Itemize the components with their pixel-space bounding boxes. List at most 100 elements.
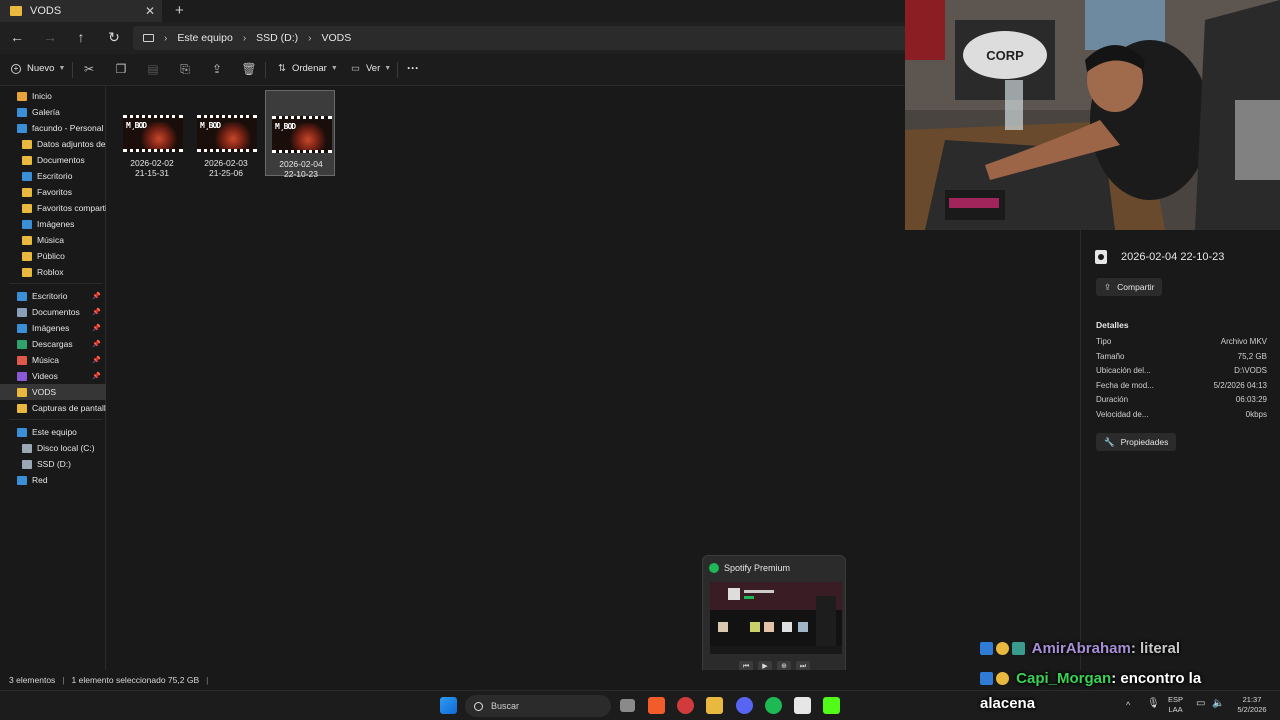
new-tab-button[interactable]: + — [175, 2, 184, 19]
folder-icon — [22, 139, 32, 149]
tab-vods[interactable]: VODS ✕ — [0, 0, 162, 22]
webcam-image: CORP — [905, 0, 1280, 230]
sidebar-item-label: Público — [37, 251, 65, 261]
refresh-icon[interactable]: ↻ — [105, 29, 123, 46]
sidebar-item-facundo-personal[interactable]: facundo - Personal — [0, 120, 106, 136]
breadcrumb-este-equipo[interactable]: Este equipo — [177, 32, 232, 44]
view-button-label: Ver — [365, 63, 381, 74]
sidebar-item-imágenes[interactable]: Imágenes 📌 — [0, 320, 106, 336]
properties-button[interactable]: 🔧 Propiedades — [1096, 433, 1177, 451]
sidebar-item-disco-local-c[interactable]: Disco local (C:) — [0, 440, 106, 456]
chevron-down-icon: ▼ — [384, 65, 392, 72]
chat-message-continuation: alacena — [980, 695, 1036, 712]
spotify-thumbnail-image — [710, 582, 842, 654]
sidebar-item-ssd-d[interactable]: SSD (D:) — [0, 456, 106, 472]
sidebar-item-label: Favoritos comparti — [37, 203, 106, 213]
brave-browser-icon[interactable] — [648, 697, 665, 714]
sort-button[interactable]: ⇅ Ordenar ▼ — [278, 63, 338, 74]
details-row: Fecha de mod... 5/2/2026 04:13 — [1096, 381, 1267, 393]
sidebar-item-capturas-de-pantalla[interactable]: Capturas de pantalla — [0, 400, 106, 416]
sidebar-item-favoritos[interactable]: Favoritos — [0, 184, 106, 200]
sidebar-item-documentos[interactable]: Documentos — [0, 152, 106, 168]
badge-icon — [1012, 642, 1025, 655]
more-options-button[interactable]: ··· — [407, 61, 419, 75]
back-arrow-icon[interactable]: ← — [8, 29, 26, 45]
network-icon — [17, 475, 27, 485]
share-button[interactable]: ⇪ Compartir — [1096, 278, 1163, 296]
details-key: Tipo — [1096, 337, 1112, 346]
cut-icon[interactable]: ✂ — [81, 62, 97, 76]
sidebar-item-roblox[interactable]: Roblox — [0, 264, 106, 280]
sidebar-item-label: SSD (D:) — [37, 459, 71, 469]
breadcrumb-ssd[interactable]: SSD (D:) — [256, 32, 298, 44]
breadcrumb-vods[interactable]: VODS — [322, 32, 352, 44]
pin-icon: 📌 — [92, 309, 101, 316]
svg-text:CORP: CORP — [986, 48, 1024, 63]
tab-label: VODS — [30, 5, 62, 17]
sidebar-item-label: Escritorio — [32, 291, 68, 301]
folder-icon — [17, 403, 27, 413]
folder-icon — [17, 387, 27, 397]
sidebar-item-música[interactable]: Música 📌 — [0, 352, 106, 368]
details-row: Duración 06:03:29 — [1096, 395, 1267, 407]
drive-icon — [22, 459, 32, 469]
badge-icon — [996, 642, 1009, 655]
chat-message: AmirAbraham: literal — [980, 640, 1280, 657]
sidebar-item-música[interactable]: Música — [0, 232, 106, 248]
start-icon[interactable] — [440, 697, 457, 714]
new-button[interactable]: + Nuevo ▼ — [11, 63, 65, 74]
file-item[interactable]: M̧BOD 2026-02-04 22-10-23 — [265, 90, 335, 179]
spotify-icon[interactable] — [765, 697, 782, 714]
sidebar-item-imágenes[interactable]: Imágenes — [0, 216, 106, 232]
delete-icon[interactable]: 🗑 — [241, 62, 257, 76]
task-view-icon[interactable] — [620, 699, 635, 712]
details-value: Archivo MKV — [1220, 337, 1267, 346]
sidebar-item-galería[interactable]: Galería — [0, 104, 106, 120]
sidebar-item-vods[interactable]: VODS — [0, 384, 106, 400]
forward-arrow-icon[interactable]: → — [41, 29, 59, 45]
up-arrow-icon[interactable]: ↑ — [72, 29, 90, 45]
sort-icon: ⇅ — [278, 63, 286, 74]
app-icon[interactable] — [794, 697, 811, 714]
file-name-line: 21-15-31 — [134, 168, 170, 178]
spotify-window-thumbnail[interactable] — [710, 582, 842, 654]
sidebar-item-documentos[interactable]: Documentos 📌 — [0, 304, 106, 320]
file-item[interactable]: M̧BOD 2026-02-02 21-15-31 — [117, 90, 187, 178]
taskbar-search[interactable]: Buscar — [465, 695, 611, 717]
sidebar-item-red[interactable]: Red — [0, 472, 106, 488]
sidebar-item-descargas[interactable]: Descargas 📌 — [0, 336, 106, 352]
sidebar-item-inicio[interactable]: Inicio — [0, 88, 106, 104]
pc-icon — [17, 427, 27, 437]
sidebar-item-datos-adjuntos-de-c[interactable]: Datos adjuntos de c — [0, 136, 106, 152]
address-bar[interactable]: › Este equipo › SSD (D:) › VODS — [133, 26, 905, 50]
command-bar: + Nuevo ▼ ✂ ❐ ▤ ⎘ ⇪ 🗑 ⇅ Ordenar ▼ ▭ Ver … — [0, 54, 905, 86]
discord-icon[interactable] — [736, 697, 753, 714]
spotify-taskbar-preview[interactable]: Spotify Premium ⏮ ▶ ⊕ ⏭ — [702, 555, 846, 678]
rename-icon[interactable]: ⎘ — [177, 62, 193, 77]
sidebar-item-este-equipo[interactable]: Este equipo — [0, 424, 106, 440]
details-key: Tamaño — [1096, 351, 1125, 361]
paste-icon[interactable]: ▤ — [145, 62, 161, 76]
folder-icon — [22, 251, 32, 261]
file-item[interactable]: M̧BOD 2026-02-03 21-25-06 — [191, 90, 261, 178]
close-tab-button[interactable]: ✕ — [145, 4, 155, 18]
pin-icon: 📌 — [92, 357, 101, 364]
sidebar-item-escritorio[interactable]: Escritorio — [0, 168, 106, 184]
sidebar-item-videos[interactable]: Videos 📌 — [0, 368, 106, 384]
pin-icon: 📌 — [92, 293, 101, 300]
chevron-right-icon: › — [308, 32, 312, 44]
view-button[interactable]: ▭ Ver ▼ — [351, 63, 391, 74]
sidebar-item-favoritos-comparti[interactable]: Favoritos comparti — [0, 200, 106, 216]
sidebar-item-label: Documentos — [37, 155, 85, 165]
file-name-line: 2026-02-02 — [130, 158, 174, 168]
navigation-pane: Inicio Galería facundo - Personal Datos adj… — [0, 86, 106, 670]
file-explorer-icon[interactable] — [706, 697, 723, 714]
copy-icon[interactable]: ❐ — [113, 62, 129, 76]
sidebar-item-público[interactable]: Público — [0, 248, 106, 264]
share-icon[interactable]: ⇪ — [209, 62, 225, 76]
pictures-icon — [22, 219, 32, 229]
app-icon[interactable] — [677, 697, 694, 714]
kick-icon[interactable] — [823, 697, 840, 714]
sidebar-item-label: Este equipo — [32, 427, 77, 437]
sidebar-item-escritorio[interactable]: Escritorio 📌 — [0, 288, 106, 304]
